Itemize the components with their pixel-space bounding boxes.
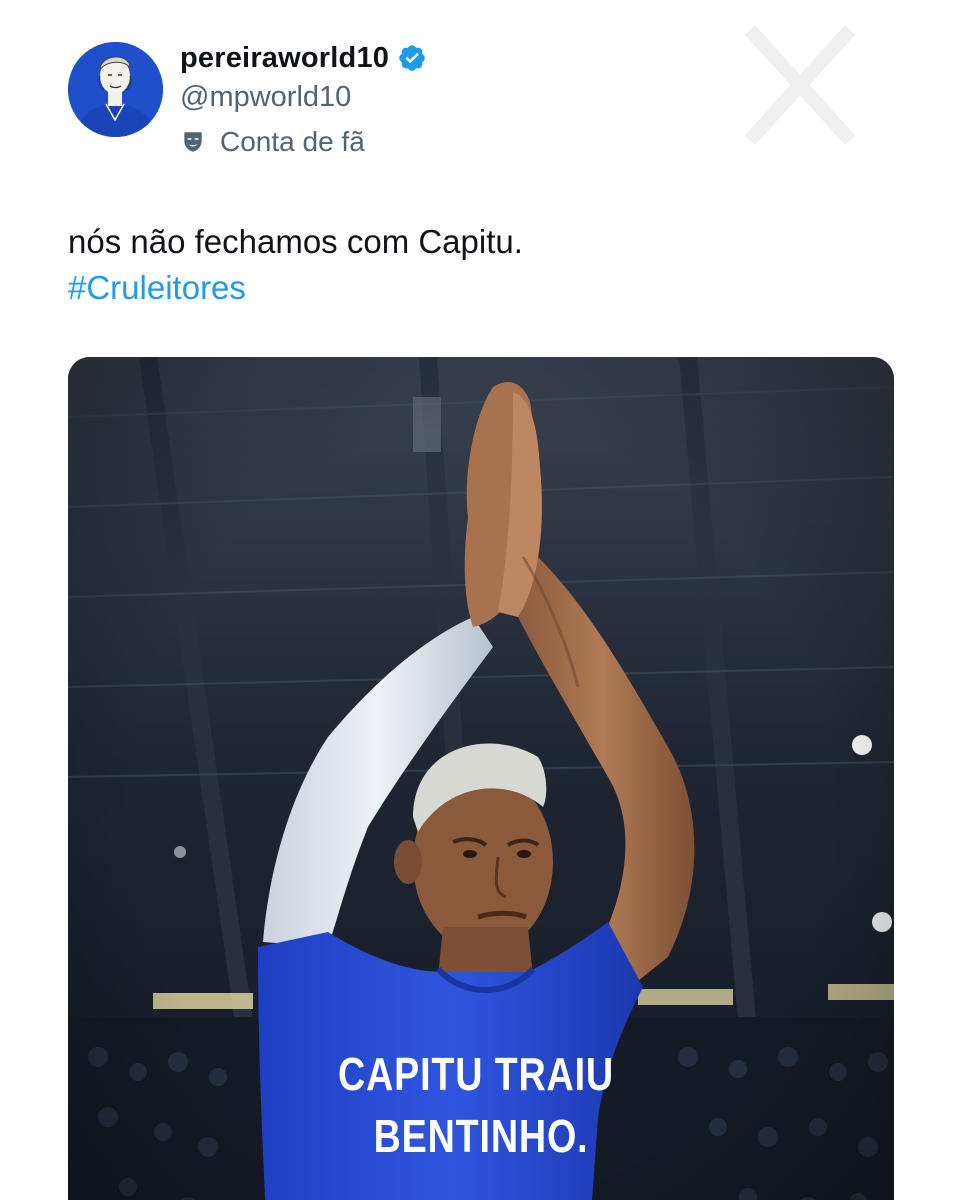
tweet-post: pereiraworld10 @mpworld10 Conta de fã nó…	[0, 0, 960, 1200]
theater-mask-icon	[180, 129, 206, 155]
shirt-text-line-1: CAPITU TRAIU	[338, 1048, 614, 1100]
fan-account-label: Conta de fã	[180, 124, 365, 160]
hashtag-link[interactable]: #Cruleitores	[68, 264, 246, 312]
author-name-row: pereiraworld10	[180, 40, 427, 76]
tweet-media-image[interactable]: CAPITU TRAIU BENTINHO.	[68, 357, 894, 1200]
shirt-text-line-2: BENTINHO.	[373, 1110, 589, 1162]
author-handle[interactable]: @mpworld10	[180, 81, 351, 114]
verified-badge-icon	[397, 43, 427, 73]
fan-account-text: Conta de fã	[220, 126, 365, 157]
tweet-text: nós não fechamos com Capitu.	[68, 223, 523, 260]
author-display-name[interactable]: pereiraworld10	[180, 42, 389, 75]
watermark-logo	[730, 20, 870, 150]
author-avatar[interactable]	[68, 42, 163, 137]
